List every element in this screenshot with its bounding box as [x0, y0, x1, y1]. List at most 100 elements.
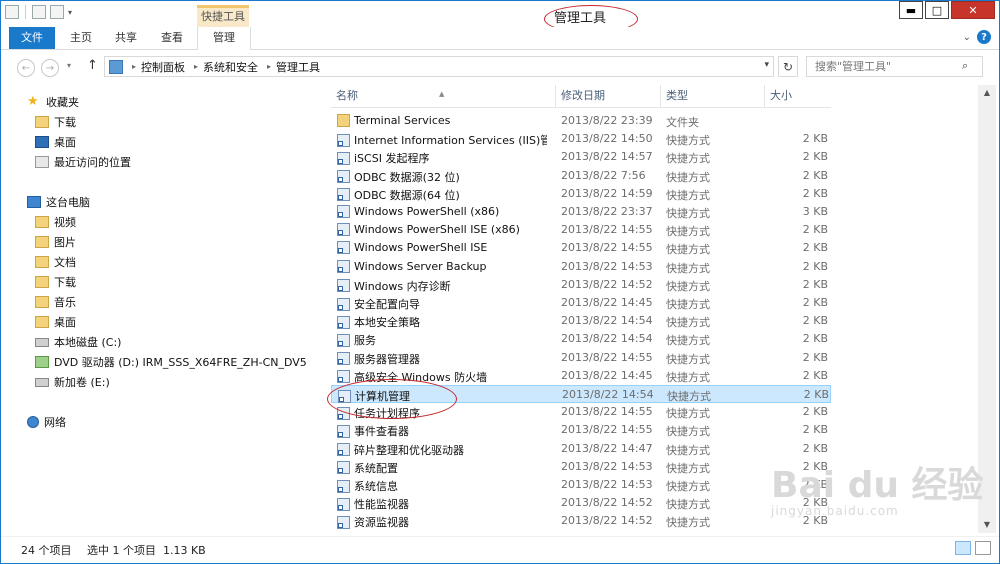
table-row[interactable]: 安全配置向导 2013/8/22 14:45 快捷方式 2 KB [331, 294, 831, 312]
sidebar-this-pc[interactable]: 这台电脑 [27, 193, 90, 211]
table-row[interactable]: 本地安全策略 2013/8/22 14:54 快捷方式 2 KB [331, 312, 831, 330]
file-name: 系统信息 [354, 480, 398, 493]
sidebar-item-pictures[interactable]: 图片 [35, 233, 76, 251]
table-row[interactable]: ODBC 数据源(32 位) 2013/8/22 7:56 快捷方式 2 KB [331, 167, 831, 185]
scroll-up-icon[interactable]: ▲ [978, 85, 996, 101]
breadcrumb-system-security[interactable]: 系统和安全 [203, 59, 258, 75]
ribbon-expand-icon[interactable]: ⌄ [963, 32, 971, 43]
new-folder-icon[interactable] [50, 5, 64, 19]
column-name[interactable]: ▲ 名称 [331, 85, 556, 107]
vertical-scrollbar[interactable]: ▲ ▼ [978, 85, 996, 533]
file-date: 2013/8/22 14:52 [561, 514, 653, 528]
file-size: 2 KB [802, 223, 828, 237]
file-size: 2 KB [802, 314, 828, 328]
table-row[interactable]: 资源监视器 2013/8/22 14:52 快捷方式 2 KB [331, 512, 831, 530]
sidebar-item-music[interactable]: 音乐 [35, 293, 76, 311]
large-icons-view-icon[interactable] [975, 541, 991, 555]
new-document-icon[interactable] [32, 5, 46, 19]
table-row[interactable]: iSCSI 发起程序 2013/8/22 14:57 快捷方式 2 KB [331, 148, 831, 166]
details-view-icon[interactable] [955, 541, 971, 555]
minimize-button[interactable]: ▬ [899, 1, 923, 19]
table-row[interactable]: ODBC 数据源(64 位) 2013/8/22 14:59 快捷方式 2 KB [331, 185, 831, 203]
table-row[interactable]: 系统配置 2013/8/22 14:53 快捷方式 2 KB [331, 458, 831, 476]
file-name: Windows PowerShell ISE [354, 241, 488, 255]
tab-file[interactable]: 文件 [9, 27, 55, 49]
column-type[interactable]: 类型 [661, 85, 765, 107]
breadcrumb-admin-tools[interactable]: 管理工具 [276, 59, 320, 75]
file-type: 快捷方式 [666, 425, 710, 439]
table-row[interactable]: 性能监视器 2013/8/22 14:52 快捷方式 2 KB [331, 494, 831, 512]
properties-icon[interactable] [5, 5, 19, 19]
address-dropdown-icon[interactable]: ▾ [764, 60, 769, 70]
table-row[interactable]: 系统信息 2013/8/22 14:53 快捷方式 2 KB [331, 476, 831, 494]
table-row[interactable]: Windows 内存诊断 2013/8/22 14:52 快捷方式 2 KB [331, 276, 831, 294]
tab-manage[interactable]: 管理 [197, 27, 251, 50]
help-icon[interactable]: ? [977, 30, 991, 44]
file-name: 计算机管理 [355, 390, 410, 403]
file-type: 快捷方式 [666, 334, 710, 348]
file-date: 2013/8/22 23:37 [561, 205, 653, 218]
table-row[interactable]: 碎片整理和优化驱动器 2013/8/22 14:47 快捷方式 2 KB [331, 440, 831, 458]
back-button[interactable]: ← [17, 59, 35, 77]
file-type: 快捷方式 [666, 370, 710, 384]
table-row[interactable]: 高级安全 Windows 防火墙 2013/8/22 14:45 快捷方式 2 KB [331, 367, 831, 385]
file-type: 快捷方式 [666, 243, 710, 257]
shortcut-icon [337, 259, 350, 273]
breadcrumb-separator[interactable]: ▸ [132, 62, 136, 71]
maximize-button[interactable]: □ [925, 1, 949, 19]
sidebar-item-downloads[interactable]: 下载 [35, 113, 76, 131]
sidebar-network[interactable]: 网络 [27, 413, 66, 431]
sidebar-item-desktop[interactable]: 桌面 [35, 133, 76, 151]
breadcrumb-separator[interactable]: ▸ [194, 62, 198, 71]
sidebar-item-videos[interactable]: 视频 [35, 213, 76, 231]
search-icon[interactable]: ⌕ [962, 59, 968, 73]
file-name-cell: 系统配置 [337, 460, 547, 476]
table-row[interactable]: 计算机管理 2013/8/22 14:54 快捷方式 2 KB [331, 385, 831, 403]
qat-separator [25, 5, 26, 19]
qat-customize-icon[interactable]: ▾ [68, 8, 72, 17]
sidebar-label: 视频 [54, 216, 76, 229]
up-button[interactable]: ↑ [87, 58, 98, 73]
table-row[interactable]: Internet Information Services (IIS)管... 2… [331, 130, 831, 148]
table-row[interactable]: 任务计划程序 2013/8/22 14:55 快捷方式 2 KB [331, 403, 831, 421]
table-row[interactable]: 服务 2013/8/22 14:54 快捷方式 2 KB [331, 330, 831, 348]
table-row[interactable]: Windows PowerShell (x86) 2013/8/22 23:37 快… [331, 203, 831, 221]
file-name: Terminal Services [354, 114, 451, 127]
shortcut-icon [337, 461, 350, 475]
table-row[interactable]: 服务器管理器 2013/8/22 14:55 快捷方式 2 KB [331, 349, 831, 367]
sidebar-item-recent[interactable]: 最近访问的位置 [35, 153, 131, 171]
control-panel-icon [109, 59, 123, 74]
file-date: 2013/8/22 14:55 [561, 241, 653, 255]
column-date[interactable]: 修改日期 [556, 85, 661, 107]
table-row[interactable]: Windows PowerShell ISE (x86) 2013/8/22 14… [331, 221, 831, 239]
sidebar-item-desktop-pc[interactable]: 桌面 [35, 313, 76, 331]
sidebar-item-documents[interactable]: 文档 [35, 253, 76, 271]
recent-locations-icon[interactable]: ▾ [67, 61, 71, 70]
shortcut-icon [337, 443, 350, 457]
file-size: 2 KB [802, 132, 828, 146]
scroll-down-icon[interactable]: ▼ [978, 517, 996, 533]
column-size[interactable]: 大小 [765, 85, 831, 107]
close-button[interactable]: ✕ [951, 1, 995, 19]
table-row[interactable]: Windows PowerShell ISE 2013/8/22 14:55 快捷方… [331, 239, 831, 257]
refresh-button[interactable]: ↻ [778, 56, 798, 77]
sidebar-item-drive-c[interactable]: 本地磁盘 (C:) [35, 333, 121, 351]
table-row[interactable]: Terminal Services 2013/8/22 23:39 文件夹 [331, 112, 831, 130]
tab-home[interactable]: 主页 [61, 27, 101, 49]
breadcrumb-separator[interactable]: ▸ [267, 62, 271, 71]
sidebar-item-drive-e[interactable]: 新加卷 (E:) [35, 373, 110, 391]
table-row[interactable]: 事件查看器 2013/8/22 14:55 快捷方式 2 KB [331, 421, 831, 439]
file-size: 2 KB [802, 368, 828, 382]
breadcrumb-control-panel[interactable]: 控制面板 [141, 59, 185, 75]
search-input[interactable]: 搜索"管理工具" [806, 56, 983, 77]
table-row[interactable]: Windows Server Backup 2013/8/22 14:53 快捷方式… [331, 258, 831, 276]
forward-button[interactable]: → [41, 59, 59, 77]
sidebar-item-drive-d[interactable]: DVD 驱动器 (D:) IRM_SSS_X64FRE_ZH-CN_DV5 [35, 353, 307, 371]
sidebar-item-downloads-pc[interactable]: 下载 [35, 273, 76, 291]
tab-view[interactable]: 查看 [152, 27, 192, 49]
sidebar-favorites[interactable]: ★ 收藏夹 [27, 93, 79, 111]
tab-share[interactable]: 共享 [106, 27, 146, 49]
address-bar[interactable]: ▸ 控制面板 ▸ 系统和安全 ▸ 管理工具 ▾ [104, 56, 774, 77]
file-size: 2 KB [802, 441, 828, 455]
file-type: 快捷方式 [666, 152, 710, 166]
